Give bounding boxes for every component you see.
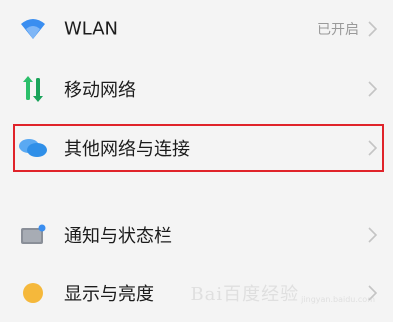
settings-item-notifications[interactable]: 通知与状态栏 bbox=[0, 206, 393, 264]
wlan-status: 已开启 bbox=[317, 22, 359, 38]
chevron-right-icon bbox=[367, 284, 379, 302]
settings-item-display-brightness[interactable]: 显示与亮度 bbox=[0, 264, 393, 322]
settings-item-label: 通知与状态栏 bbox=[64, 226, 172, 247]
settings-item-label: 显示与亮度 bbox=[64, 284, 154, 305]
brightness-icon bbox=[16, 279, 50, 307]
section-divider bbox=[0, 194, 393, 206]
settings-item-wlan[interactable]: WLAN 已开启 bbox=[0, 0, 393, 58]
wifi-icon bbox=[16, 15, 50, 43]
chevron-right-icon bbox=[367, 139, 379, 157]
notification-icon bbox=[16, 221, 50, 249]
mobile-data-icon bbox=[16, 75, 50, 103]
settings-list: WLAN 已开启 移动网络 其他网络与连接 通知与状态栏 显示与亮度 bbox=[0, 0, 393, 320]
settings-item-label: 移动网络 bbox=[64, 80, 136, 101]
connections-icon bbox=[16, 134, 50, 162]
chevron-right-icon bbox=[367, 80, 379, 98]
settings-item-label: 其他网络与连接 bbox=[64, 139, 190, 160]
settings-item-label: WLAN bbox=[64, 18, 119, 40]
settings-item-mobile-network[interactable]: 移动网络 bbox=[0, 60, 393, 118]
chevron-right-icon bbox=[367, 20, 379, 38]
chevron-right-icon bbox=[367, 226, 379, 244]
settings-item-other-connections[interactable]: 其他网络与连接 bbox=[0, 119, 393, 177]
